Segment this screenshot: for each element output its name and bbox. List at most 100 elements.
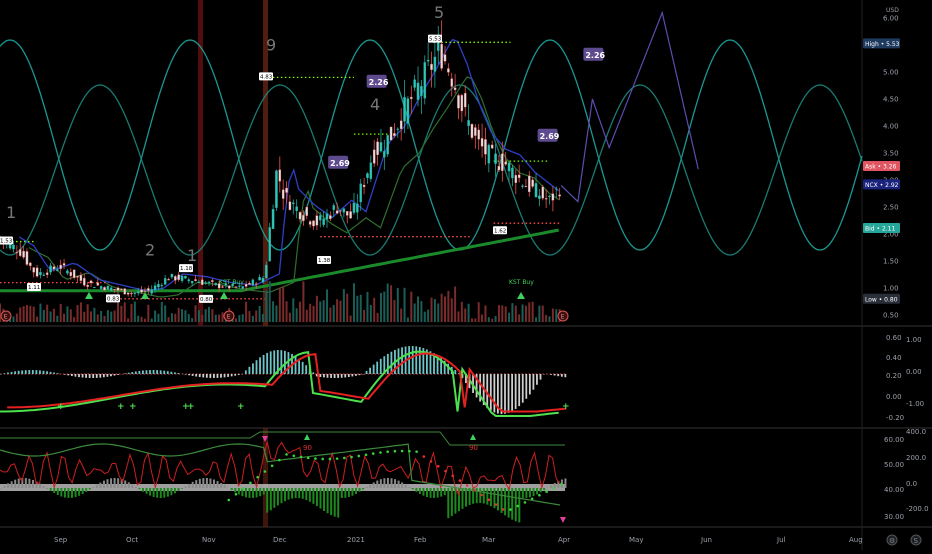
p3-bar [277, 488, 279, 505]
candle-body [194, 279, 196, 280]
histogram-bar [131, 372, 133, 374]
wave-count-label: 5 [434, 3, 444, 22]
p3-bar [270, 488, 272, 510]
candle-body [427, 60, 429, 61]
candle-body [63, 263, 65, 265]
price-tag-label: Bid • 2.11 [865, 226, 895, 233]
oscillator-dot [451, 475, 454, 478]
p3-bar [85, 488, 87, 492]
histogram-bar [401, 347, 403, 374]
p3-bar [359, 488, 361, 492]
oscillator-dot [264, 470, 267, 473]
wave-count-label: 1 [187, 246, 197, 265]
histogram-bar [178, 373, 180, 374]
oscillator-dot [538, 494, 541, 497]
candle-body [481, 138, 483, 146]
p3-bar [245, 488, 247, 497]
p3-bar [291, 488, 293, 499]
histogram-bar [323, 374, 325, 377]
kst-buy-label: KST Buy [219, 279, 244, 286]
histogram-bar [511, 374, 513, 411]
p2-left-tick: -0.20 [886, 414, 904, 422]
oscillator-dot [365, 453, 368, 456]
oscillator-dot [488, 499, 491, 502]
candle-body [414, 80, 416, 88]
oscillator-dot [437, 465, 440, 468]
volume-bar [93, 308, 95, 322]
volume-bar [259, 306, 261, 322]
histogram-bar [138, 371, 140, 374]
p3-left-tick: 50.00 [884, 461, 904, 469]
p3-bar [309, 488, 311, 502]
volume-bar [535, 317, 537, 322]
kst-buy-label: KST Buy [509, 279, 534, 286]
p3-bar [28, 479, 30, 488]
histogram-bar [153, 370, 155, 374]
p3-bar [337, 488, 339, 518]
oscillator-dot [531, 498, 534, 501]
candle-body [87, 285, 89, 287]
p3-bar [160, 488, 162, 498]
histogram-bar [195, 374, 197, 377]
p3-bar [564, 478, 566, 488]
candle-body [147, 288, 149, 290]
p3-bar [103, 481, 105, 488]
p3-bar [536, 488, 538, 494]
volume-bar [424, 312, 426, 322]
y-tick-label: 0.50 [883, 312, 899, 320]
candle-body [521, 186, 523, 187]
histogram-bar [124, 373, 126, 374]
candle-body [444, 55, 446, 62]
p3-bar [483, 488, 485, 504]
candle-body [252, 280, 254, 285]
histogram-bar [550, 374, 552, 375]
candle-body [430, 64, 432, 70]
p3-bar [419, 488, 421, 494]
histogram-bar [114, 374, 116, 376]
candle-body [518, 175, 520, 178]
histogram-bar [234, 374, 236, 376]
p3-bar [174, 488, 176, 493]
p3-bar [302, 488, 304, 499]
candle-body [36, 268, 38, 277]
histogram-bar [18, 371, 20, 374]
candle-body [100, 286, 102, 288]
histogram-bar [146, 370, 148, 374]
histogram-bar [202, 374, 204, 377]
histogram-bar [369, 368, 371, 374]
candle-body [289, 202, 291, 210]
volume-bar [366, 292, 368, 322]
price-tag-label: NCX • 2.92 [865, 182, 899, 189]
histogram-bar [412, 346, 414, 374]
p3-bar [234, 488, 236, 492]
candle-body [181, 276, 183, 281]
candle-body [387, 135, 389, 154]
histogram-bar [185, 374, 187, 375]
p2-right-tick: 0.00 [906, 368, 922, 376]
volume-bar [205, 309, 207, 322]
volume-bar [309, 304, 311, 322]
p3-bar [422, 488, 424, 496]
volume-bar [313, 306, 315, 322]
p3-bar [298, 488, 300, 498]
volume-bar [151, 319, 153, 322]
p3-bar [131, 484, 133, 488]
p3-bar [75, 488, 77, 497]
chart-canvas[interactable]: 1219451.531.110.831.180.804.831.385.531.… [0, 0, 932, 550]
p3-bar [89, 488, 91, 490]
volume-bar [248, 311, 250, 322]
volume-bar [329, 308, 331, 322]
histogram-bar [398, 348, 400, 374]
candle-body [532, 180, 534, 187]
candle-body [178, 275, 180, 280]
volume-bar [19, 307, 21, 322]
p3-bar [369, 485, 371, 488]
volume-bar [434, 299, 436, 322]
histogram-bar [359, 374, 361, 375]
candle-body [528, 176, 530, 192]
histogram-bar [199, 374, 201, 377]
histogram-bar [536, 374, 538, 385]
candle-body [319, 216, 321, 221]
histogram-bar [36, 370, 38, 374]
p3-bar [405, 485, 407, 488]
